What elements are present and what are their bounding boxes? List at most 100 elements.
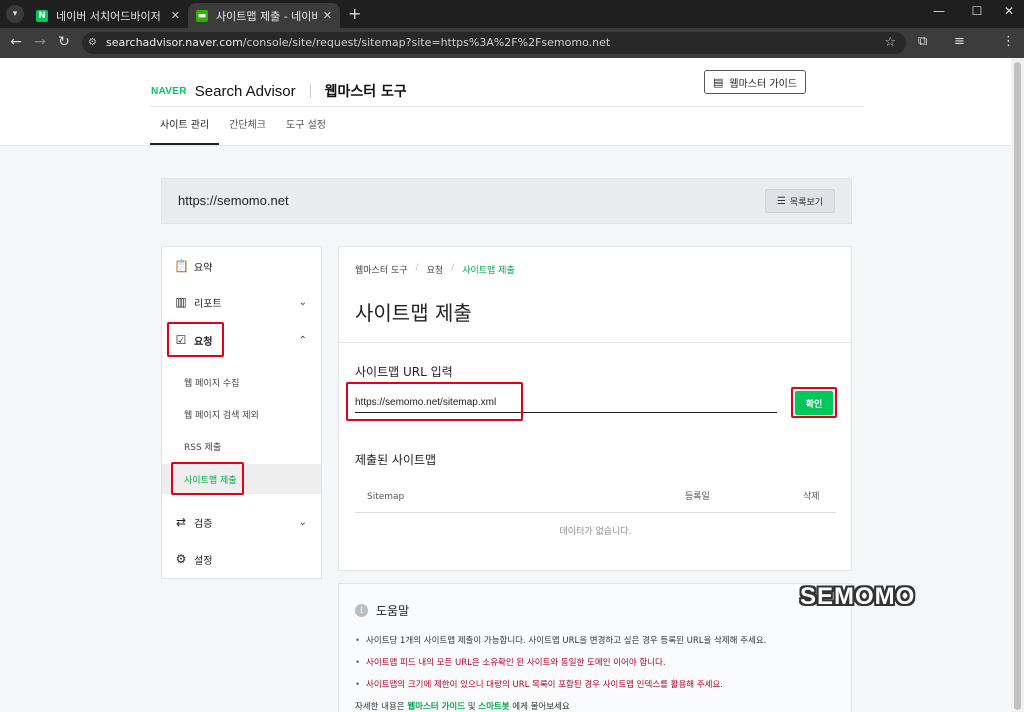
highlight-box-confirm	[791, 387, 837, 418]
breadcrumb: 웹마스터 도구 / 요청 / 사이트맵 제출	[355, 263, 515, 276]
tab-sitemap-submit[interactable]: ▬ 사이트맵 제출 - 네이버 서치어 ✕	[188, 3, 340, 28]
sidebar-sub-page-crawl[interactable]: 웹 페이지 수집	[162, 367, 321, 397]
gear-icon: ⚙	[175, 552, 187, 566]
site-logo[interactable]: NAVER Search Advisor 웹마스터 도구	[151, 81, 407, 101]
content-area: https://semomo.net ☰ 목록보기 📋 요약 ▥ 리포트 ⌄ ☑…	[0, 146, 1011, 712]
help-more-and: 및	[467, 702, 476, 712]
submitted-sitemaps-label: 제출된 사이트맵	[355, 453, 437, 467]
page-header: NAVER Search Advisor 웹마스터 도구 ▤ 웹마스터 가이드 …	[0, 58, 1011, 146]
help-title: i 도움말	[355, 602, 409, 619]
sidebar-item-label: 설정	[194, 555, 213, 567]
nav-quick-check[interactable]: 간단체크	[219, 107, 276, 145]
site-url: https://semomo.net	[178, 193, 289, 208]
webmaster-guide-link[interactable]: 웹마스터 가이드	[407, 702, 465, 712]
help-panel: i 도움말 • 사이트당 1개의 사이트맵 제출이 가능합니다. 사이트맵 URL…	[338, 583, 852, 712]
window-close-icon[interactable]: ✕	[994, 4, 1024, 18]
site-selector-bar: https://semomo.net ☰ 목록보기	[161, 178, 852, 224]
column-date: 등록일	[685, 492, 710, 502]
help-item: • 사이트맵 피드 내의 모든 URL은 소유확인 된 사이트와 동일한 도메인 …	[355, 652, 845, 674]
help-item-text: 사이트맵의 크기에 제한이 있으니 대량의 URL 목록이 포함된 경우 사이트…	[366, 680, 723, 690]
reading-list-icon[interactable]: ≡	[954, 34, 965, 49]
close-icon[interactable]: ✕	[323, 9, 332, 22]
close-icon[interactable]: ✕	[171, 9, 180, 22]
help-more-text: 자세한 내용은 웹마스터 가이드 및 스마트봇 에게 물어보세요	[355, 700, 570, 712]
nav-tool-settings[interactable]: 도구 설정	[276, 107, 336, 145]
logo-divider	[309, 84, 311, 98]
help-item-text: 사이트당 1개의 사이트맵 제출이 가능합니다. 사이트맵 URL을 변경하고 …	[366, 636, 767, 646]
webmaster-guide-button[interactable]: ▤ 웹마스터 가이드	[704, 70, 806, 94]
breadcrumb-item[interactable]: 요청	[427, 263, 444, 276]
scrollbar-thumb[interactable]	[1014, 62, 1021, 710]
highlight-box-request	[167, 322, 224, 357]
page-title: 사이트맵 제출	[355, 301, 472, 325]
sitemap-url-label: 사이트맵 URL 입력	[355, 365, 453, 379]
divider	[339, 342, 851, 343]
bullet: •	[355, 658, 361, 668]
browser-toolbar: ← → ↻ ⚙ searchadvisor.naver.com/console/s…	[0, 28, 1024, 58]
breadcrumb-separator: /	[415, 263, 419, 273]
search-advisor-favicon-icon: ▬	[196, 9, 208, 22]
sidebar-item-summary[interactable]: 📋 요약	[162, 249, 321, 283]
document-icon: ▤	[713, 75, 724, 89]
extensions-icon[interactable]: ⧉	[918, 34, 927, 49]
info-icon: i	[355, 604, 368, 617]
highlight-box-input	[346, 382, 523, 421]
back-icon[interactable]: ←	[7, 34, 25, 50]
guide-button-label: 웹마스터 가이드	[729, 78, 797, 90]
bookmark-star-icon[interactable]: ☆	[884, 32, 896, 54]
new-tab-icon[interactable]: +	[348, 4, 361, 23]
sidebar-sub-page-exclude[interactable]: 웹 페이지 검색 제외	[162, 399, 321, 429]
smartbot-link[interactable]: 스마트봇	[478, 702, 509, 712]
sidebar-item-settings[interactable]: ⚙ 설정	[162, 542, 321, 576]
column-sitemap: Sitemap	[367, 492, 405, 502]
sidebar: 📋 요약 ▥ 리포트 ⌄ ☑ 요청 ⌃ 웹 페이지 수집 웹 페이지 검색 제외…	[161, 246, 322, 579]
address-bar[interactable]: ⚙ searchadvisor.naver.com/console/site/re…	[82, 32, 906, 54]
clipboard-icon: 📋	[174, 259, 189, 273]
sitemap-submit-panel: 웹마스터 도구 / 요청 / 사이트맵 제출 사이트맵 제출 사이트맵 URL …	[338, 246, 852, 571]
tab-naver-search-advisor[interactable]: N 네이버 서치어드바이저 : 네이버 ✕	[28, 3, 188, 28]
chevron-down-icon: ⌄	[298, 296, 307, 308]
list-view-button[interactable]: ☰ 목록보기	[765, 189, 835, 213]
product-name: Search Advisor	[194, 82, 296, 100]
repeat-icon: ⇄	[175, 515, 187, 529]
breadcrumb-separator: /	[451, 263, 455, 273]
sidebar-item-verify[interactable]: ⇄ 검증 ⌄	[162, 505, 321, 539]
url-path: /console/site/request/sitemap?site=https…	[242, 36, 611, 49]
watermark: SEMOMO	[800, 583, 916, 610]
sidebar-item-report[interactable]: ▥ 리포트 ⌄	[162, 285, 321, 319]
breadcrumb-current: 사이트맵 제출	[462, 266, 515, 276]
help-item-text: 사이트맵 피드 내의 모든 URL은 소유확인 된 사이트와 동일한 도메인 이…	[366, 658, 666, 668]
sidebar-item-label: 검증	[194, 518, 213, 530]
bullet: •	[355, 680, 361, 690]
chart-icon: ▥	[175, 295, 187, 309]
chevron-down-icon: ⌄	[298, 516, 307, 528]
help-list: • 사이트당 1개의 사이트맵 제출이 가능합니다. 사이트맵 URL을 변경하고…	[355, 630, 845, 696]
sidebar-item-label: 리포트	[194, 298, 222, 310]
column-delete: 삭제	[803, 492, 820, 502]
help-title-text: 도움말	[376, 604, 410, 618]
highlight-box-sitemap	[171, 462, 244, 495]
nav-site-management[interactable]: 사이트 관리	[150, 107, 220, 145]
naver-logo: NAVER	[151, 85, 187, 97]
table-empty-message: 데이터가 없습니다.	[559, 527, 632, 537]
sidebar-sub-rss-submit[interactable]: RSS 제출	[162, 431, 321, 461]
help-more-prefix: 자세한 내용은	[355, 702, 405, 712]
help-more-suffix: 에게 물어보세요	[512, 702, 570, 712]
breadcrumb-item[interactable]: 웹마스터 도구	[355, 263, 408, 276]
list-icon: ☰	[776, 195, 786, 207]
reload-icon[interactable]: ↻	[55, 34, 73, 50]
menu-icon[interactable]: ⋮	[1002, 34, 1015, 49]
minimize-icon[interactable]: —	[924, 4, 954, 18]
bullet: •	[355, 636, 361, 646]
maximize-icon[interactable]: ☐	[962, 4, 992, 18]
tab-search-icon[interactable]: ▾	[6, 5, 24, 23]
sidebar-item-label: 요약	[194, 262, 213, 274]
list-button-label: 목록보기	[789, 197, 824, 208]
chevron-up-icon: ⌃	[298, 334, 307, 346]
url-host: searchadvisor.naver.com	[106, 36, 243, 49]
global-nav: 사이트 관리 간단체크 도구 설정	[150, 107, 336, 145]
tab-title: 사이트맵 제출 - 네이버 서치어	[216, 9, 317, 23]
tab-title: 네이버 서치어드바이저 : 네이버	[56, 9, 165, 23]
forward-icon[interactable]: →	[31, 34, 49, 50]
site-info-icon[interactable]: ⚙	[88, 32, 97, 54]
